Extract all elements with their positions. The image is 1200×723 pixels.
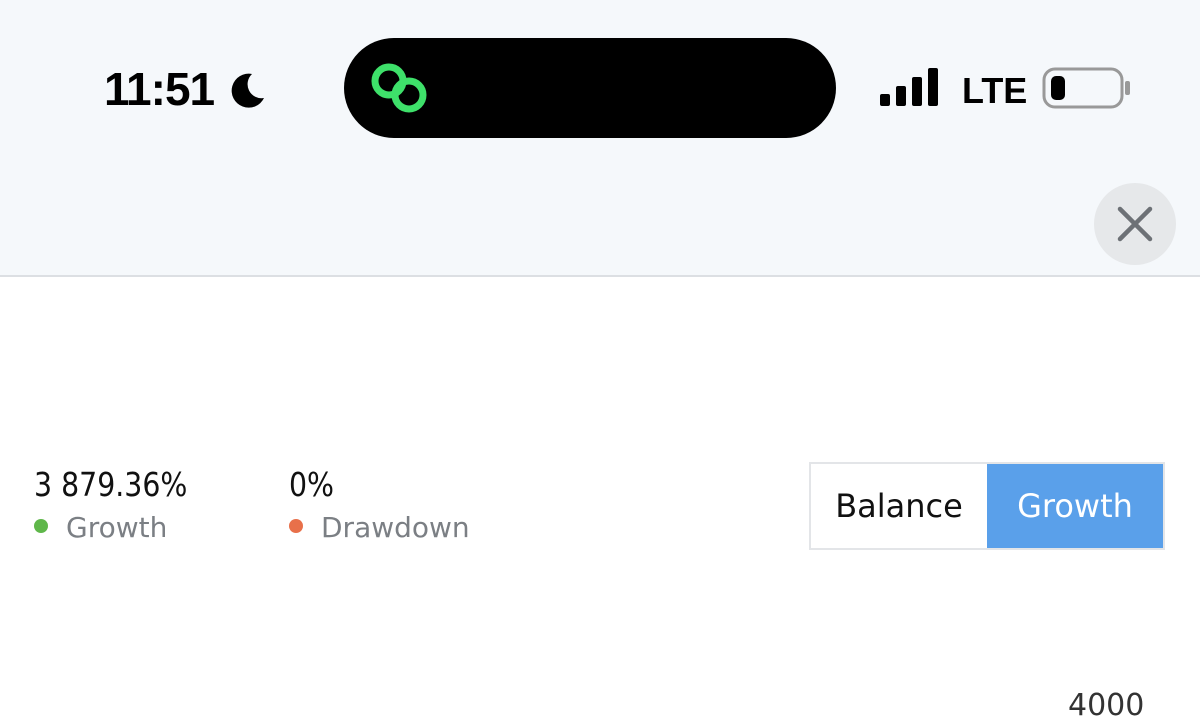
drawdown-legend: Drawdown <box>289 511 470 544</box>
growth-stat: 3 879.36% Growth <box>34 465 212 544</box>
chart-axis-label: 4000 <box>1068 688 1145 723</box>
drawdown-dot <box>289 519 303 533</box>
growth-toggle-button[interactable]: Growth <box>987 464 1163 548</box>
balance-toggle-button[interactable]: Balance <box>811 464 987 548</box>
close-button[interactable] <box>1094 183 1176 265</box>
moon-icon <box>231 73 264 108</box>
drawdown-stat: 0% Drawdown <box>289 465 470 544</box>
chart-mode-toggle: Balance Growth <box>809 462 1165 550</box>
growth-label: Growth <box>66 511 168 544</box>
growth-value: 3 879.36% <box>34 465 188 504</box>
top-bar: 11:51 LTE <box>0 0 1200 277</box>
close-icon <box>1117 206 1153 242</box>
dynamic-island <box>344 38 836 138</box>
cellular-signal-icon <box>880 68 938 106</box>
growth-legend: Growth <box>34 511 167 544</box>
link-rings-icon <box>371 63 427 113</box>
battery-low-icon <box>1042 67 1130 109</box>
status-time: 11:51 <box>104 63 215 115</box>
drawdown-value: 0% <box>289 465 335 504</box>
drawdown-label: Drawdown <box>321 511 470 544</box>
network-type: LTE <box>962 70 1028 111</box>
growth-dot <box>34 519 48 533</box>
